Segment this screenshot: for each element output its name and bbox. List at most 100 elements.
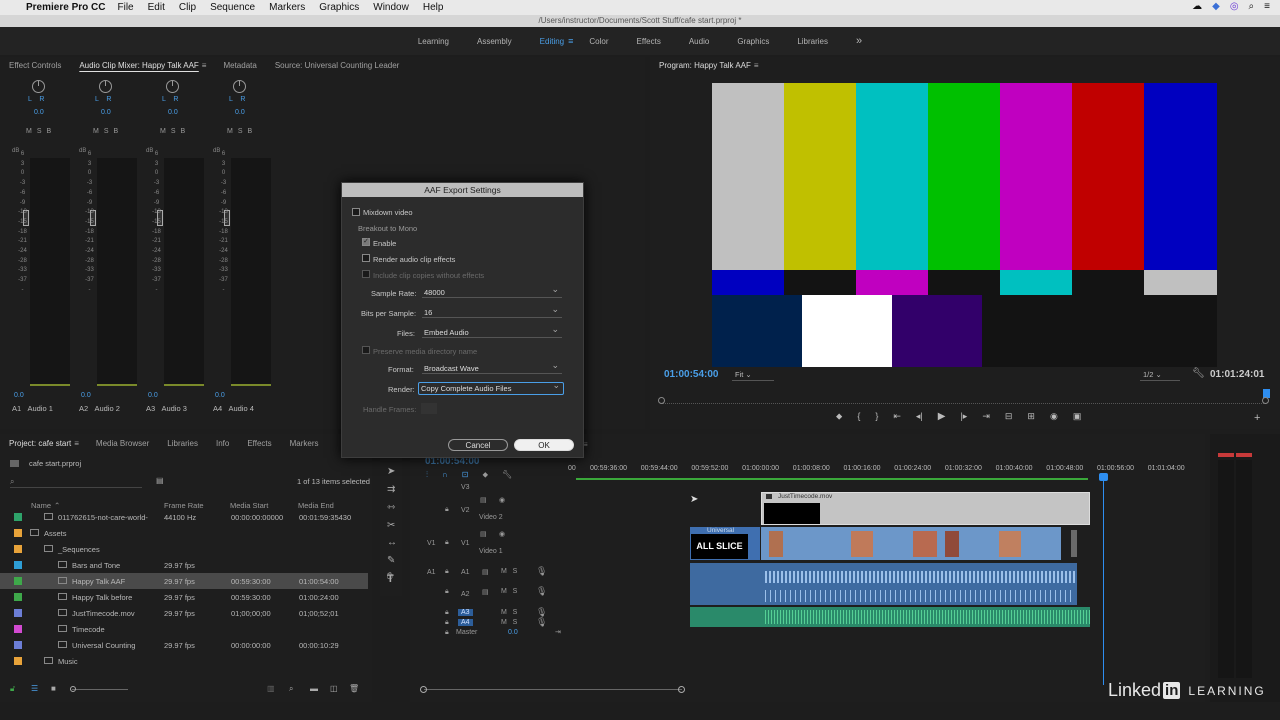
menu-sequence[interactable]: Sequence [210, 2, 255, 13]
tab-markers[interactable]: Markers [281, 439, 328, 448]
track-a4[interactable]: A4 [458, 619, 473, 626]
v1-source-patch[interactable]: V1 [427, 540, 436, 547]
tab-source[interactable]: Source: Universal Counting Leader [266, 61, 409, 70]
level-value[interactable]: 0.0 [215, 392, 225, 399]
program-scrubber[interactable] [662, 398, 1266, 404]
workspace-graphics[interactable]: Graphics [723, 37, 783, 46]
play-icon[interactable]: ▶ [938, 411, 946, 422]
master-value[interactable]: 0.0 [508, 629, 518, 636]
a1-mic-icon[interactable]: 🎙︎ [536, 566, 547, 577]
hscroll-right-handle[interactable] [678, 686, 685, 693]
fit-dropdown[interactable]: Fit ⌄ [732, 370, 774, 381]
clip-end-tail[interactable] [1071, 530, 1077, 557]
menu-edit[interactable]: Edit [148, 2, 165, 13]
a2-mic-icon[interactable]: 🎙︎ [536, 586, 547, 597]
label-color-swatch[interactable] [14, 513, 22, 521]
project-item-row[interactable]: Universal Counting 29.97 fps 00:00:00:00 00… [0, 637, 368, 653]
dropbox-icon[interactable]: ◆ [1212, 1, 1220, 12]
timeline-playhead[interactable] [1103, 473, 1104, 685]
scroll-handle-left[interactable] [658, 397, 665, 404]
master-lock-icon[interactable]: 🔒︎ [445, 629, 449, 637]
compare-icon[interactable]: ▣ [1073, 411, 1082, 422]
step-back-icon[interactable]: ◂| [916, 411, 923, 422]
track-a3[interactable]: A3 [458, 609, 473, 616]
label-color-swatch[interactable] [14, 609, 22, 617]
clip-universal-counting[interactable]: Universal Counting ALL SLICE [690, 527, 760, 560]
project-item-row[interactable]: Timecode [0, 621, 368, 637]
a4-msb[interactable]: M S [501, 619, 517, 626]
sample-rate-select[interactable]: 48000 [422, 284, 562, 298]
automate-to-sequence-icon[interactable]: ▥ [267, 684, 275, 693]
workspace-effects[interactable]: Effects [623, 37, 675, 46]
preserve-directory-checkbox[interactable] [362, 346, 370, 354]
selection-tool-icon[interactable]: ➤ [387, 466, 395, 477]
v1-lock-icon[interactable]: 🔒︎ [445, 539, 449, 547]
pan-knob-icon[interactable] [32, 80, 45, 93]
v2-toggle-output-icon[interactable]: ▤ [480, 496, 487, 504]
hscroll-left-handle[interactable] [420, 686, 427, 693]
label-color-swatch[interactable] [14, 641, 22, 649]
label-color-swatch[interactable] [14, 625, 22, 633]
clip-audio-a1-a2[interactable] [690, 563, 1077, 605]
ok-button[interactable]: OK [514, 439, 574, 451]
label-color-swatch[interactable] [14, 529, 22, 537]
label-color-swatch[interactable] [14, 577, 22, 585]
panel-menu-icon[interactable]: ≡ [202, 61, 207, 70]
format-select[interactable]: Broadcast Wave [422, 360, 562, 374]
menu-icon[interactable]: ≡ [1264, 1, 1270, 12]
track-select-tool-icon[interactable]: ⇉ [387, 484, 395, 495]
zoom-slider[interactable] [72, 689, 128, 690]
lock-icon[interactable]: 🔓︎ [10, 684, 15, 694]
export-frame-icon[interactable]: ◉ [1050, 411, 1058, 422]
menu-markers[interactable]: Markers [269, 2, 305, 13]
lift-icon[interactable]: ⊟ [1005, 411, 1013, 422]
pan-knob-icon[interactable] [166, 80, 179, 93]
extract-icon[interactable]: ⊞ [1027, 411, 1035, 422]
a3-lock-icon[interactable]: 🔒︎ [445, 609, 449, 617]
more-workspaces-icon[interactable]: » [842, 35, 876, 47]
creative-cloud-icon[interactable]: ☁ [1192, 1, 1202, 12]
enable-checkbox[interactable]: ✓ [362, 238, 370, 246]
a4-mic-icon[interactable]: 🎙︎ [536, 617, 547, 628]
pen-tool-icon[interactable]: ✎ [387, 555, 395, 566]
tab-media-browser[interactable]: Media Browser [87, 439, 158, 448]
tab-project[interactable]: Project: cafe start [0, 439, 80, 448]
zoom-handle[interactable] [70, 686, 76, 692]
app-icon[interactable]: ◎ [1230, 1, 1239, 12]
level-value[interactable]: 0.0 [14, 392, 24, 399]
clip-audio-a3-a4[interactable] [690, 607, 1090, 627]
level-value[interactable]: 0.0 [81, 392, 91, 399]
menu-clip[interactable]: Clip [179, 2, 196, 13]
type-tool-icon[interactable]: T [387, 573, 394, 585]
razor-tool-icon[interactable]: ✂ [387, 520, 395, 531]
ripple-edit-tool-icon[interactable]: ⇿ [387, 502, 395, 513]
menu-graphics[interactable]: Graphics [319, 2, 359, 13]
mute-solo-record[interactable]: MSB [26, 128, 56, 135]
pan-value[interactable]: 0.0 [34, 109, 44, 116]
step-forward-icon[interactable]: |▸ [960, 411, 967, 422]
render-audio-effects-checkbox[interactable] [362, 254, 370, 262]
new-item-icon[interactable]: ◫ [330, 684, 338, 693]
files-select[interactable]: Embed Audio [422, 324, 562, 338]
workspace-learning[interactable]: Learning [404, 37, 463, 46]
menu-file[interactable]: File [117, 2, 133, 13]
mute-solo-record[interactable]: MSB [227, 128, 257, 135]
menu-help[interactable]: Help [423, 2, 444, 13]
level-value[interactable]: 0.0 [148, 392, 158, 399]
app-name[interactable]: Premiere Pro CC [26, 2, 105, 13]
v1-eye-icon[interactable]: ◉ [499, 530, 505, 538]
a1-msb[interactable]: M S [501, 568, 517, 575]
tab-effect-controls[interactable]: Effect Controls [0, 61, 70, 70]
a4-lock-icon[interactable]: 🔒︎ [445, 619, 449, 627]
add-marker-icon[interactable]: ⬥ [836, 411, 842, 422]
go-to-in-icon[interactable]: ⇤ [893, 411, 901, 422]
label-color-swatch[interactable] [14, 657, 22, 665]
tab-audio-clip-mixer[interactable]: Audio Clip Mixer: Happy Talk AAF [70, 61, 207, 70]
timeline-settings-icon[interactable]: 🔧︎ [502, 470, 512, 480]
a2-msb[interactable]: M S [501, 588, 517, 595]
mark-in-icon[interactable]: { [857, 411, 860, 422]
project-item-row[interactable]: JustTimecode.mov 29.97 fps 01;00;00;00 01;0… [0, 605, 368, 621]
a1-lock-icon[interactable]: 🔒︎ [445, 568, 449, 576]
pan-value[interactable]: 0.0 [168, 109, 178, 116]
resolution-dropdown[interactable]: 1/2 ⌄ [1140, 370, 1180, 381]
